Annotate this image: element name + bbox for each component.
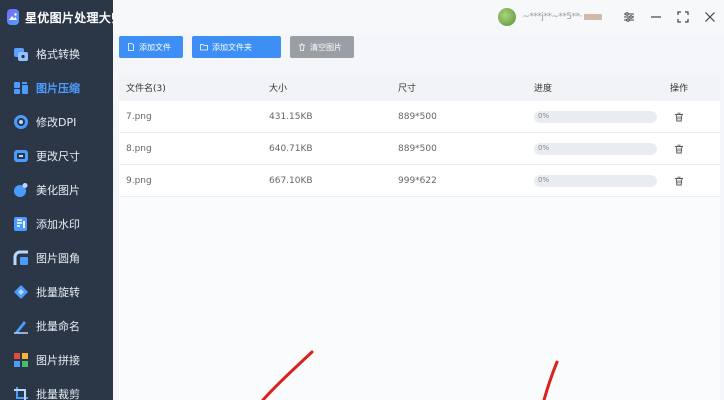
settings-icon (624, 12, 634, 22)
trash-icon (675, 144, 683, 153)
username[interactable]: ~***j**~**5**· (522, 12, 582, 22)
sidebar-item-label: 添加水印 (36, 218, 80, 231)
sidebar-nav: 格式转换 图片压缩 修改DPI 更改尺寸 美化图片 添加水印 图片圆角 批量旋转… (0, 37, 113, 400)
header-progress: 进度 (534, 83, 553, 94)
sidebar-item-label: 批量裁剪 (36, 388, 80, 400)
header-actions: 操作 (670, 83, 689, 94)
trash-icon (675, 176, 683, 185)
table-row: 7.png 431.15KB 889*500 0% (119, 101, 720, 133)
app-title: 星优图片处理大师 (25, 10, 124, 25)
title-bar: ~***j**~**5**· (113, 0, 724, 34)
file-dimensions: 889*500 (398, 111, 437, 122)
delete-row-button[interactable] (674, 176, 684, 186)
trash-icon (675, 112, 683, 121)
file-dimensions: 889*500 (398, 143, 437, 154)
sidebar-item-crop[interactable]: 批量裁剪 (0, 377, 113, 400)
sidebar-item-compress[interactable]: 图片压缩 (0, 71, 113, 105)
rotate-icon (13, 284, 29, 300)
minimize-icon (651, 16, 661, 18)
delete-row-button[interactable] (674, 144, 684, 154)
minimize-button[interactable] (643, 0, 669, 34)
table-header: 文件名(3) 大小 尺寸 进度 操作 (119, 73, 720, 101)
sidebar-item-label: 图片拼接 (36, 354, 80, 367)
main-panel: 添加文件 添加文件夹 清空图片 文件名(3) 大小 尺寸 进度 操作 7.png… (113, 34, 724, 400)
maximize-button[interactable] (670, 0, 696, 34)
sidebar-item-label: 格式转换 (36, 48, 80, 61)
maximize-icon (677, 11, 689, 23)
table-row: 8.png 640.71KB 889*500 0% (119, 133, 720, 165)
trash-icon (299, 43, 305, 51)
crop-icon (13, 386, 29, 400)
settings-button[interactable] (616, 0, 642, 34)
table-row: 9.png 667.10KB 999*622 0% (119, 165, 720, 197)
dpi-icon (13, 114, 29, 130)
sidebar-item-watermark[interactable]: 添加水印 (0, 207, 113, 241)
add-folder-label: 添加文件夹 (212, 42, 252, 52)
avatar[interactable] (498, 8, 517, 26)
app-logo-icon (7, 9, 19, 25)
sidebar-item-resize[interactable]: 更改尺寸 (0, 139, 113, 173)
sidebar-item-label: 批量命名 (36, 320, 80, 333)
sidebar-item-stitch[interactable]: 图片拼接 (0, 343, 113, 377)
sidebar-item-label: 图片圆角 (36, 252, 80, 265)
file-dimensions: 999*622 (398, 175, 437, 186)
file-table: 文件名(3) 大小 尺寸 进度 操作 7.png 431.15KB 889*50… (119, 73, 720, 400)
sidebar-item-label: 图片压缩 (36, 82, 80, 95)
sidebar-item-label: 美化图片 (36, 184, 80, 197)
sidebar-item-rename[interactable]: 批量命名 (0, 309, 113, 343)
beautify-icon (13, 182, 29, 198)
file-size: 667.10KB (269, 175, 313, 186)
progress-text: 0% (538, 111, 550, 120)
watermark-icon (13, 216, 29, 232)
progress-bar: 0% (534, 174, 657, 187)
sidebar-item-beautify[interactable]: 美化图片 (0, 173, 113, 207)
rename-icon (13, 318, 29, 334)
brand: 星优图片处理大师 (0, 0, 123, 34)
sidebar-item-format-convert[interactable]: 格式转换 (0, 37, 113, 71)
progress-text: 0% (538, 175, 550, 184)
toolbar: 添加文件 添加文件夹 清空图片 (119, 36, 354, 58)
delete-row-button[interactable] (674, 112, 684, 122)
sidebar-item-rotate[interactable]: 批量旋转 (0, 275, 113, 309)
file-size: 640.71KB (269, 143, 313, 154)
header-dimensions: 尺寸 (398, 83, 417, 94)
file-name: 9.png (126, 175, 152, 186)
add-folder-button[interactable]: 添加文件夹 (192, 36, 281, 58)
resize-icon (13, 148, 29, 164)
sidebar-item-label: 更改尺寸 (36, 150, 80, 163)
progress-bar: 0% (534, 142, 657, 155)
file-name: 8.png (126, 143, 152, 154)
file-icon (128, 43, 134, 51)
format-convert-icon (13, 46, 29, 62)
file-name: 7.png (126, 111, 152, 122)
sidebar-item-label: 修改DPI (36, 116, 77, 129)
stitch-icon (13, 352, 29, 368)
add-file-label: 添加文件 (139, 42, 171, 52)
compress-icon (13, 80, 29, 96)
round-corner-icon (13, 250, 29, 266)
progress-bar: 0% (534, 110, 657, 123)
close-icon (705, 12, 715, 22)
sidebar-item-round-corner[interactable]: 图片圆角 (0, 241, 113, 275)
sidebar: 星优图片处理大师 格式转换 图片压缩 修改DPI 更改尺寸 美化图片 添加水印 … (0, 0, 123, 400)
header-filename: 文件名(3) (126, 83, 166, 94)
file-size: 431.15KB (269, 111, 313, 122)
folder-icon (200, 44, 208, 51)
close-button[interactable] (697, 0, 723, 34)
sidebar-item-dpi[interactable]: 修改DPI (0, 105, 113, 139)
sidebar-item-label: 批量旋转 (36, 286, 80, 299)
header-size: 大小 (269, 83, 288, 94)
user-badge (584, 14, 602, 20)
add-file-button[interactable]: 添加文件 (119, 36, 183, 58)
title-bar-controls: ~***j**~**5**· (498, 0, 724, 34)
clear-images-button[interactable]: 清空图片 (290, 36, 354, 58)
clear-images-label: 清空图片 (310, 42, 342, 52)
progress-text: 0% (538, 143, 550, 152)
